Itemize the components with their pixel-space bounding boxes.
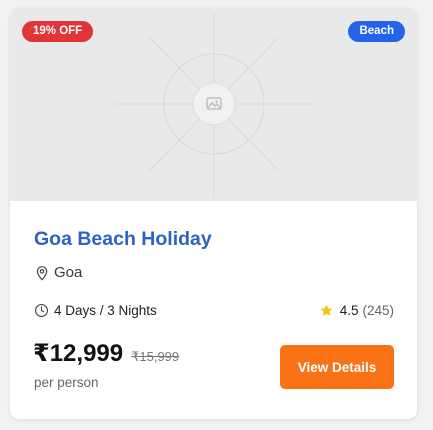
location-label: Goa [54,264,83,281]
rating-value: 4.5 [339,303,359,318]
category-badge: Beach [348,21,405,42]
rating-count: (245) [362,303,394,318]
star-icon [320,304,333,316]
package-card[interactable]: 19% OFF Beach Goa Beach Holiday Goa 4 Da… [10,8,417,419]
map-pin-icon [36,265,48,281]
package-image[interactable]: 19% OFF Beach [10,8,417,201]
price: ₹12,999 ₹15,999 [33,339,179,368]
duration-label: 4 Days / 3 Nights [54,303,157,318]
location: Goa [34,264,82,281]
original-price: ₹15,999 [131,349,180,364]
rating: 4.5 (245) [319,303,394,318]
package-title[interactable]: Goa Beach Holiday [34,228,212,251]
current-price: ₹12,999 [33,340,124,367]
duration: 4 Days / 3 Nights [34,303,157,318]
price-unit: per person [34,375,99,390]
view-details-button[interactable]: View Details [280,345,394,389]
discount-badge: 19% OFF [22,21,94,42]
clock-icon [35,304,48,317]
